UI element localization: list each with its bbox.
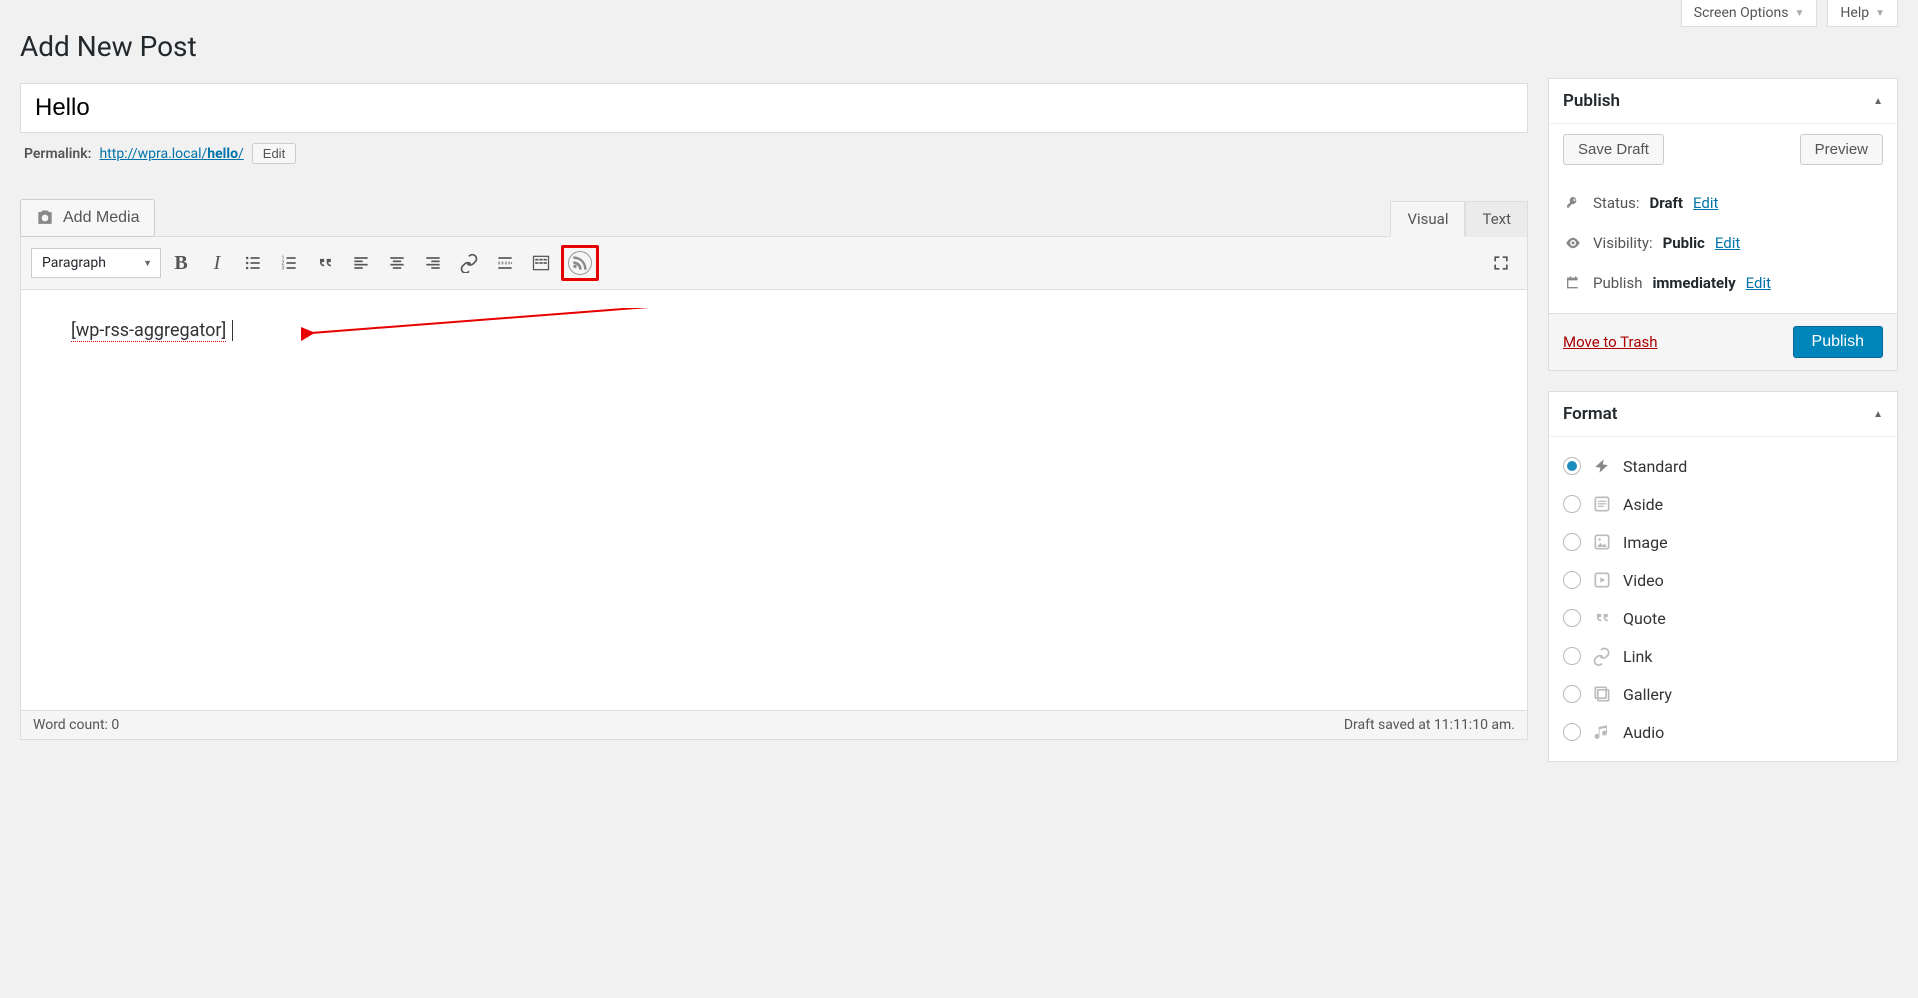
save-draft-button[interactable]: Save Draft <box>1563 134 1664 165</box>
quote-format-icon <box>1591 607 1613 629</box>
paragraph-format-select[interactable]: Paragraph <box>31 248 161 278</box>
format-label: Gallery <box>1623 685 1672 704</box>
permalink-url[interactable]: http://wpra.local/hello/ <box>99 146 243 162</box>
format-label: Aside <box>1623 495 1663 514</box>
camera-music-icon <box>35 208 55 228</box>
image-format-icon <box>1591 531 1613 553</box>
eye-icon <box>1563 233 1583 253</box>
format-option-link[interactable]: Link <box>1563 637 1883 675</box>
help-tab[interactable]: Help▼ <box>1827 0 1898 27</box>
preview-button[interactable]: Preview <box>1800 134 1883 165</box>
key-icon <box>1563 193 1583 213</box>
align-left-button[interactable] <box>345 248 377 278</box>
format-radio[interactable] <box>1563 457 1581 475</box>
text-tab[interactable]: Text <box>1465 201 1528 237</box>
format-label: Quote <box>1623 609 1666 628</box>
bold-button[interactable]: B <box>165 248 197 278</box>
add-media-button[interactable]: Add Media <box>20 199 155 237</box>
visual-tab[interactable]: Visual <box>1390 201 1465 237</box>
visibility-edit-link[interactable]: Edit <box>1715 234 1740 252</box>
format-radio[interactable] <box>1563 609 1581 627</box>
publish-button[interactable]: Publish <box>1793 326 1883 358</box>
visibility-label: Visibility: <box>1593 234 1653 252</box>
visibility-value: Public <box>1663 234 1705 252</box>
permalink-label: Permalink: <box>24 146 91 162</box>
svg-text:3: 3 <box>282 266 285 272</box>
publish-box-toggle[interactable]: Publish▲ <box>1549 79 1897 124</box>
rss-shortcode-button[interactable] <box>561 245 599 281</box>
format-option-standard[interactable]: Standard <box>1563 447 1883 485</box>
format-radio[interactable] <box>1563 495 1581 513</box>
page-title: Add New Post <box>20 30 1528 63</box>
editor-text: [wp-rss-aggregator] <box>71 320 226 342</box>
link-button[interactable] <box>453 248 485 278</box>
move-to-trash-link[interactable]: Move to Trash <box>1563 333 1657 351</box>
status-edit-link[interactable]: Edit <box>1693 194 1718 212</box>
format-option-audio[interactable]: Audio <box>1563 713 1883 751</box>
format-radio[interactable] <box>1563 533 1581 551</box>
format-label: Image <box>1623 533 1668 552</box>
format-radio[interactable] <box>1563 723 1581 741</box>
calendar-icon <box>1563 273 1583 293</box>
link-format-icon <box>1591 645 1613 667</box>
status-value: Draft <box>1650 194 1683 212</box>
format-option-image[interactable]: Image <box>1563 523 1883 561</box>
format-box-toggle[interactable]: Format▲ <box>1549 392 1897 437</box>
toolbar-toggle-button[interactable] <box>525 248 557 278</box>
draft-saved-status: Draft saved at 11:11:10 am. <box>1344 717 1515 733</box>
fullscreen-button[interactable] <box>1485 248 1517 278</box>
publish-time-edit-link[interactable]: Edit <box>1746 274 1771 292</box>
gallery-format-icon <box>1591 683 1613 705</box>
screen-options-tab[interactable]: Screen Options▼ <box>1681 0 1818 27</box>
annotation-arrow <box>301 308 721 368</box>
align-right-button[interactable] <box>417 248 449 278</box>
word-count: Word count: 0 <box>33 717 119 733</box>
read-more-button[interactable] <box>489 248 521 278</box>
format-radio[interactable] <box>1563 571 1581 589</box>
italic-button[interactable]: I <box>201 248 233 278</box>
audio-format-icon <box>1591 721 1613 743</box>
format-label: Link <box>1623 647 1652 666</box>
format-option-gallery[interactable]: Gallery <box>1563 675 1883 713</box>
format-option-aside[interactable]: Aside <box>1563 485 1883 523</box>
blockquote-button[interactable] <box>309 248 341 278</box>
aside-format-icon <box>1591 493 1613 515</box>
permalink-edit-button[interactable]: Edit <box>252 143 296 164</box>
align-center-button[interactable] <box>381 248 413 278</box>
status-label: Status: <box>1593 194 1640 212</box>
format-label: Audio <box>1623 723 1664 742</box>
format-option-quote[interactable]: Quote <box>1563 599 1883 637</box>
format-radio[interactable] <box>1563 647 1581 665</box>
format-label: Video <box>1623 571 1664 590</box>
video-format-icon <box>1591 569 1613 591</box>
publish-time-value: immediately <box>1652 274 1735 292</box>
bullet-list-button[interactable] <box>237 248 269 278</box>
numbered-list-button[interactable]: 123 <box>273 248 305 278</box>
standard-format-icon <box>1591 455 1613 477</box>
format-label: Standard <box>1623 457 1687 476</box>
publish-time-label: Publish <box>1593 274 1642 292</box>
format-option-video[interactable]: Video <box>1563 561 1883 599</box>
format-radio[interactable] <box>1563 685 1581 703</box>
post-title-input[interactable] <box>20 83 1528 133</box>
editor-content-area[interactable]: [wp-rss-aggregator] <box>21 290 1527 710</box>
